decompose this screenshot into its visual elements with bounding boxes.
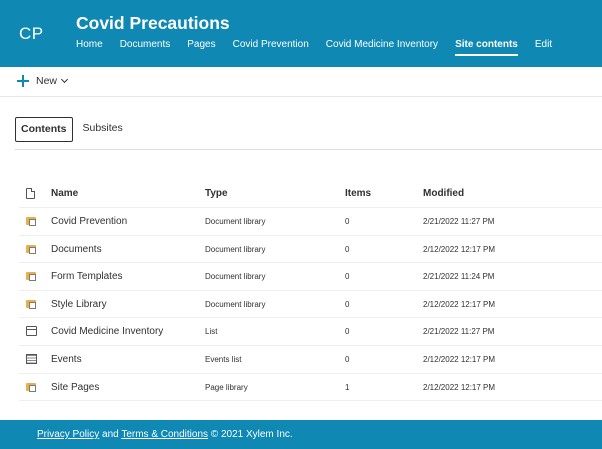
document-icon bbox=[26, 188, 35, 199]
row-type: Events list bbox=[205, 354, 242, 364]
table-row[interactable]: Style Library Document library 0 2/12/20… bbox=[19, 291, 602, 319]
row-modified: 2/12/2022 12:17 PM bbox=[423, 244, 496, 254]
site-contents-table: Name Type Items Modified Covid Preventio… bbox=[19, 180, 602, 402]
nav-site-contents[interactable]: Site contents bbox=[455, 38, 518, 58]
column-header-items[interactable]: Items bbox=[345, 180, 371, 207]
row-type: Document library bbox=[205, 272, 266, 282]
row-items: 0 bbox=[345, 354, 350, 364]
site-header: CP Covid Precautions Home Documents Page… bbox=[0, 0, 602, 67]
row-name[interactable]: Form Templates bbox=[51, 263, 123, 290]
row-type: Document library bbox=[205, 299, 266, 309]
footer-and-text: and bbox=[102, 429, 119, 440]
site-title[interactable]: Covid Precautions bbox=[76, 13, 230, 34]
row-items: 0 bbox=[345, 272, 350, 282]
column-header-modified[interactable]: Modified bbox=[423, 180, 464, 207]
content-tabs: Contents Subsites bbox=[15, 117, 133, 142]
plus-icon bbox=[17, 75, 29, 87]
new-button-label: New bbox=[36, 75, 58, 87]
nav-home[interactable]: Home bbox=[76, 38, 103, 58]
column-header-name[interactable]: Name bbox=[51, 180, 78, 207]
row-name[interactable]: Covid Medicine Inventory bbox=[51, 318, 163, 345]
row-items: 0 bbox=[345, 327, 350, 337]
row-modified: 2/12/2022 12:17 PM bbox=[423, 299, 496, 309]
row-type: Document library bbox=[205, 244, 266, 254]
document-library-icon bbox=[26, 216, 37, 226]
tabs-divider bbox=[15, 149, 602, 150]
document-library-icon bbox=[26, 271, 37, 282]
row-modified: 2/12/2022 12:17 PM bbox=[423, 354, 496, 364]
row-type: List bbox=[205, 327, 218, 337]
row-name[interactable]: Documents bbox=[51, 236, 102, 263]
events-list-icon bbox=[26, 353, 37, 364]
nav-covid-medicine-inventory[interactable]: Covid Medicine Inventory bbox=[326, 38, 438, 58]
nav-edit[interactable]: Edit bbox=[535, 38, 552, 58]
row-name[interactable]: Events bbox=[51, 346, 82, 373]
tab-subsites[interactable]: Subsites bbox=[78, 117, 128, 142]
table-row[interactable]: Documents Document library 0 2/12/2022 1… bbox=[19, 236, 602, 264]
terms-conditions-link[interactable]: Terms & Conditions bbox=[121, 429, 208, 440]
row-type: Page library bbox=[205, 382, 248, 392]
table-header-row: Name Type Items Modified bbox=[19, 180, 602, 208]
new-button[interactable]: New bbox=[17, 75, 69, 87]
row-modified: 2/21/2022 11:27 PM bbox=[423, 327, 495, 337]
row-name[interactable]: Style Library bbox=[51, 291, 107, 318]
row-items: 1 bbox=[345, 382, 350, 392]
list-icon bbox=[26, 326, 37, 337]
table-row[interactable]: Covid Prevention Document library 0 2/21… bbox=[19, 208, 602, 236]
table-row[interactable]: Form Templates Document library 0 2/21/2… bbox=[19, 263, 602, 291]
copyright-text: © 2021 Xylem Inc. bbox=[210, 429, 293, 440]
row-name[interactable]: Covid Prevention bbox=[51, 208, 127, 235]
nav-covid-prevention[interactable]: Covid Prevention bbox=[233, 38, 309, 58]
page-library-icon bbox=[26, 382, 37, 392]
table-row[interactable]: Site Pages Page library 1 2/12/2022 12:1… bbox=[19, 374, 602, 402]
row-type: Document library bbox=[205, 217, 266, 226]
table-row[interactable]: Covid Medicine Inventory List 0 2/21/202… bbox=[19, 318, 602, 346]
privacy-policy-link[interactable]: Privacy Policy bbox=[37, 429, 99, 440]
site-footer: Privacy Policy and Terms & Conditions © … bbox=[0, 420, 602, 449]
top-navigation: Home Documents Pages Covid Prevention Co… bbox=[76, 38, 569, 58]
row-modified: 2/21/2022 11:27 PM bbox=[423, 217, 495, 226]
row-items: 0 bbox=[345, 217, 350, 226]
document-library-icon bbox=[26, 299, 37, 309]
document-library-icon bbox=[26, 244, 37, 254]
table-row[interactable]: Events Events list 0 2/12/2022 12:17 PM bbox=[19, 346, 602, 374]
row-items: 0 bbox=[345, 244, 350, 254]
row-modified: 2/12/2022 12:17 PM bbox=[423, 382, 496, 392]
tab-contents[interactable]: Contents bbox=[15, 117, 73, 142]
column-header-type[interactable]: Type bbox=[205, 180, 228, 207]
row-items: 0 bbox=[345, 299, 350, 309]
nav-documents[interactable]: Documents bbox=[120, 38, 171, 58]
nav-pages[interactable]: Pages bbox=[187, 38, 215, 58]
chevron-down-icon bbox=[60, 75, 69, 84]
site-logo[interactable]: CP bbox=[19, 16, 59, 52]
row-name[interactable]: Site Pages bbox=[51, 374, 99, 401]
command-bar: New bbox=[0, 67, 602, 97]
row-modified: 2/21/2022 11:24 PM bbox=[423, 272, 495, 282]
